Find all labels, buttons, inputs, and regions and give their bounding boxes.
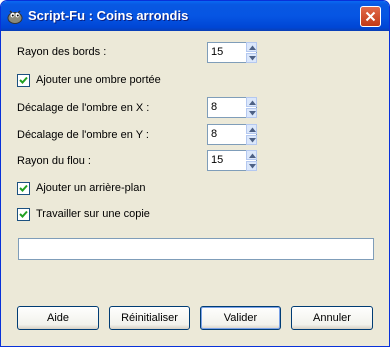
- shadow-label[interactable]: Ajouter une ombre portée: [36, 74, 161, 86]
- close-button[interactable]: [360, 6, 381, 27]
- blur-up-button[interactable]: [246, 150, 257, 160]
- cancel-button[interactable]: Annuler: [291, 306, 373, 330]
- offset-y-label: Décalage de l'ombre en Y :: [17, 129, 149, 141]
- checkmark-icon: [19, 210, 28, 218]
- close-icon: [365, 11, 376, 22]
- offset-x-value[interactable]: 8: [211, 101, 217, 113]
- arrow-down-icon: [249, 111, 256, 116]
- reset-button[interactable]: Réinitialiser: [109, 306, 190, 330]
- copy-label[interactable]: Travailler sur une copie: [36, 208, 150, 220]
- arrow-down-icon: [249, 56, 256, 61]
- gimp-icon: [6, 7, 24, 25]
- offset-x-up-button[interactable]: [246, 97, 257, 107]
- arrow-down-icon: [249, 164, 256, 169]
- copy-checkbox[interactable]: [17, 208, 30, 221]
- radius-spinbox[interactable]: 15: [207, 42, 257, 63]
- blur-spinbox[interactable]: 15: [207, 150, 257, 171]
- dialog-window: Script-Fu : Coins arrondis Rayon des bor…: [0, 0, 390, 347]
- radius-down-button[interactable]: [246, 53, 257, 63]
- arrow-up-icon: [249, 100, 256, 105]
- arrow-up-icon: [249, 153, 256, 158]
- ok-button[interactable]: Valider: [200, 306, 281, 330]
- blur-value[interactable]: 15: [211, 154, 223, 166]
- help-button[interactable]: Aide: [17, 306, 99, 330]
- shadow-checkbox[interactable]: [17, 74, 30, 87]
- offset-y-down-button[interactable]: [246, 135, 257, 145]
- checkmark-icon: [19, 184, 28, 192]
- offset-y-spinbox[interactable]: 8: [207, 124, 257, 145]
- arrow-up-icon: [249, 45, 256, 50]
- dialog-body: Rayon des bords : 15 Ajouter une ombre p…: [4, 31, 386, 343]
- arrow-down-icon: [249, 138, 256, 143]
- offset-x-down-button[interactable]: [246, 108, 257, 118]
- blur-label: Rayon du flou :: [17, 155, 91, 167]
- offset-x-spinbox[interactable]: 8: [207, 97, 257, 118]
- radius-value[interactable]: 15: [211, 46, 223, 58]
- blur-down-button[interactable]: [246, 161, 257, 171]
- title-bar[interactable]: Script-Fu : Coins arrondis: [1, 1, 389, 31]
- window-title: Script-Fu : Coins arrondis: [28, 8, 189, 23]
- progress-field: [18, 238, 374, 260]
- offset-y-up-button[interactable]: [246, 124, 257, 134]
- radius-label: Rayon des bords :: [17, 46, 107, 58]
- arrow-up-icon: [249, 127, 256, 132]
- background-label[interactable]: Ajouter un arrière-plan: [36, 182, 145, 194]
- offset-x-label: Décalage de l'ombre en X :: [17, 102, 150, 114]
- radius-up-button[interactable]: [246, 42, 257, 52]
- background-checkbox[interactable]: [17, 182, 30, 195]
- offset-y-value[interactable]: 8: [211, 128, 217, 140]
- checkmark-icon: [19, 76, 28, 84]
